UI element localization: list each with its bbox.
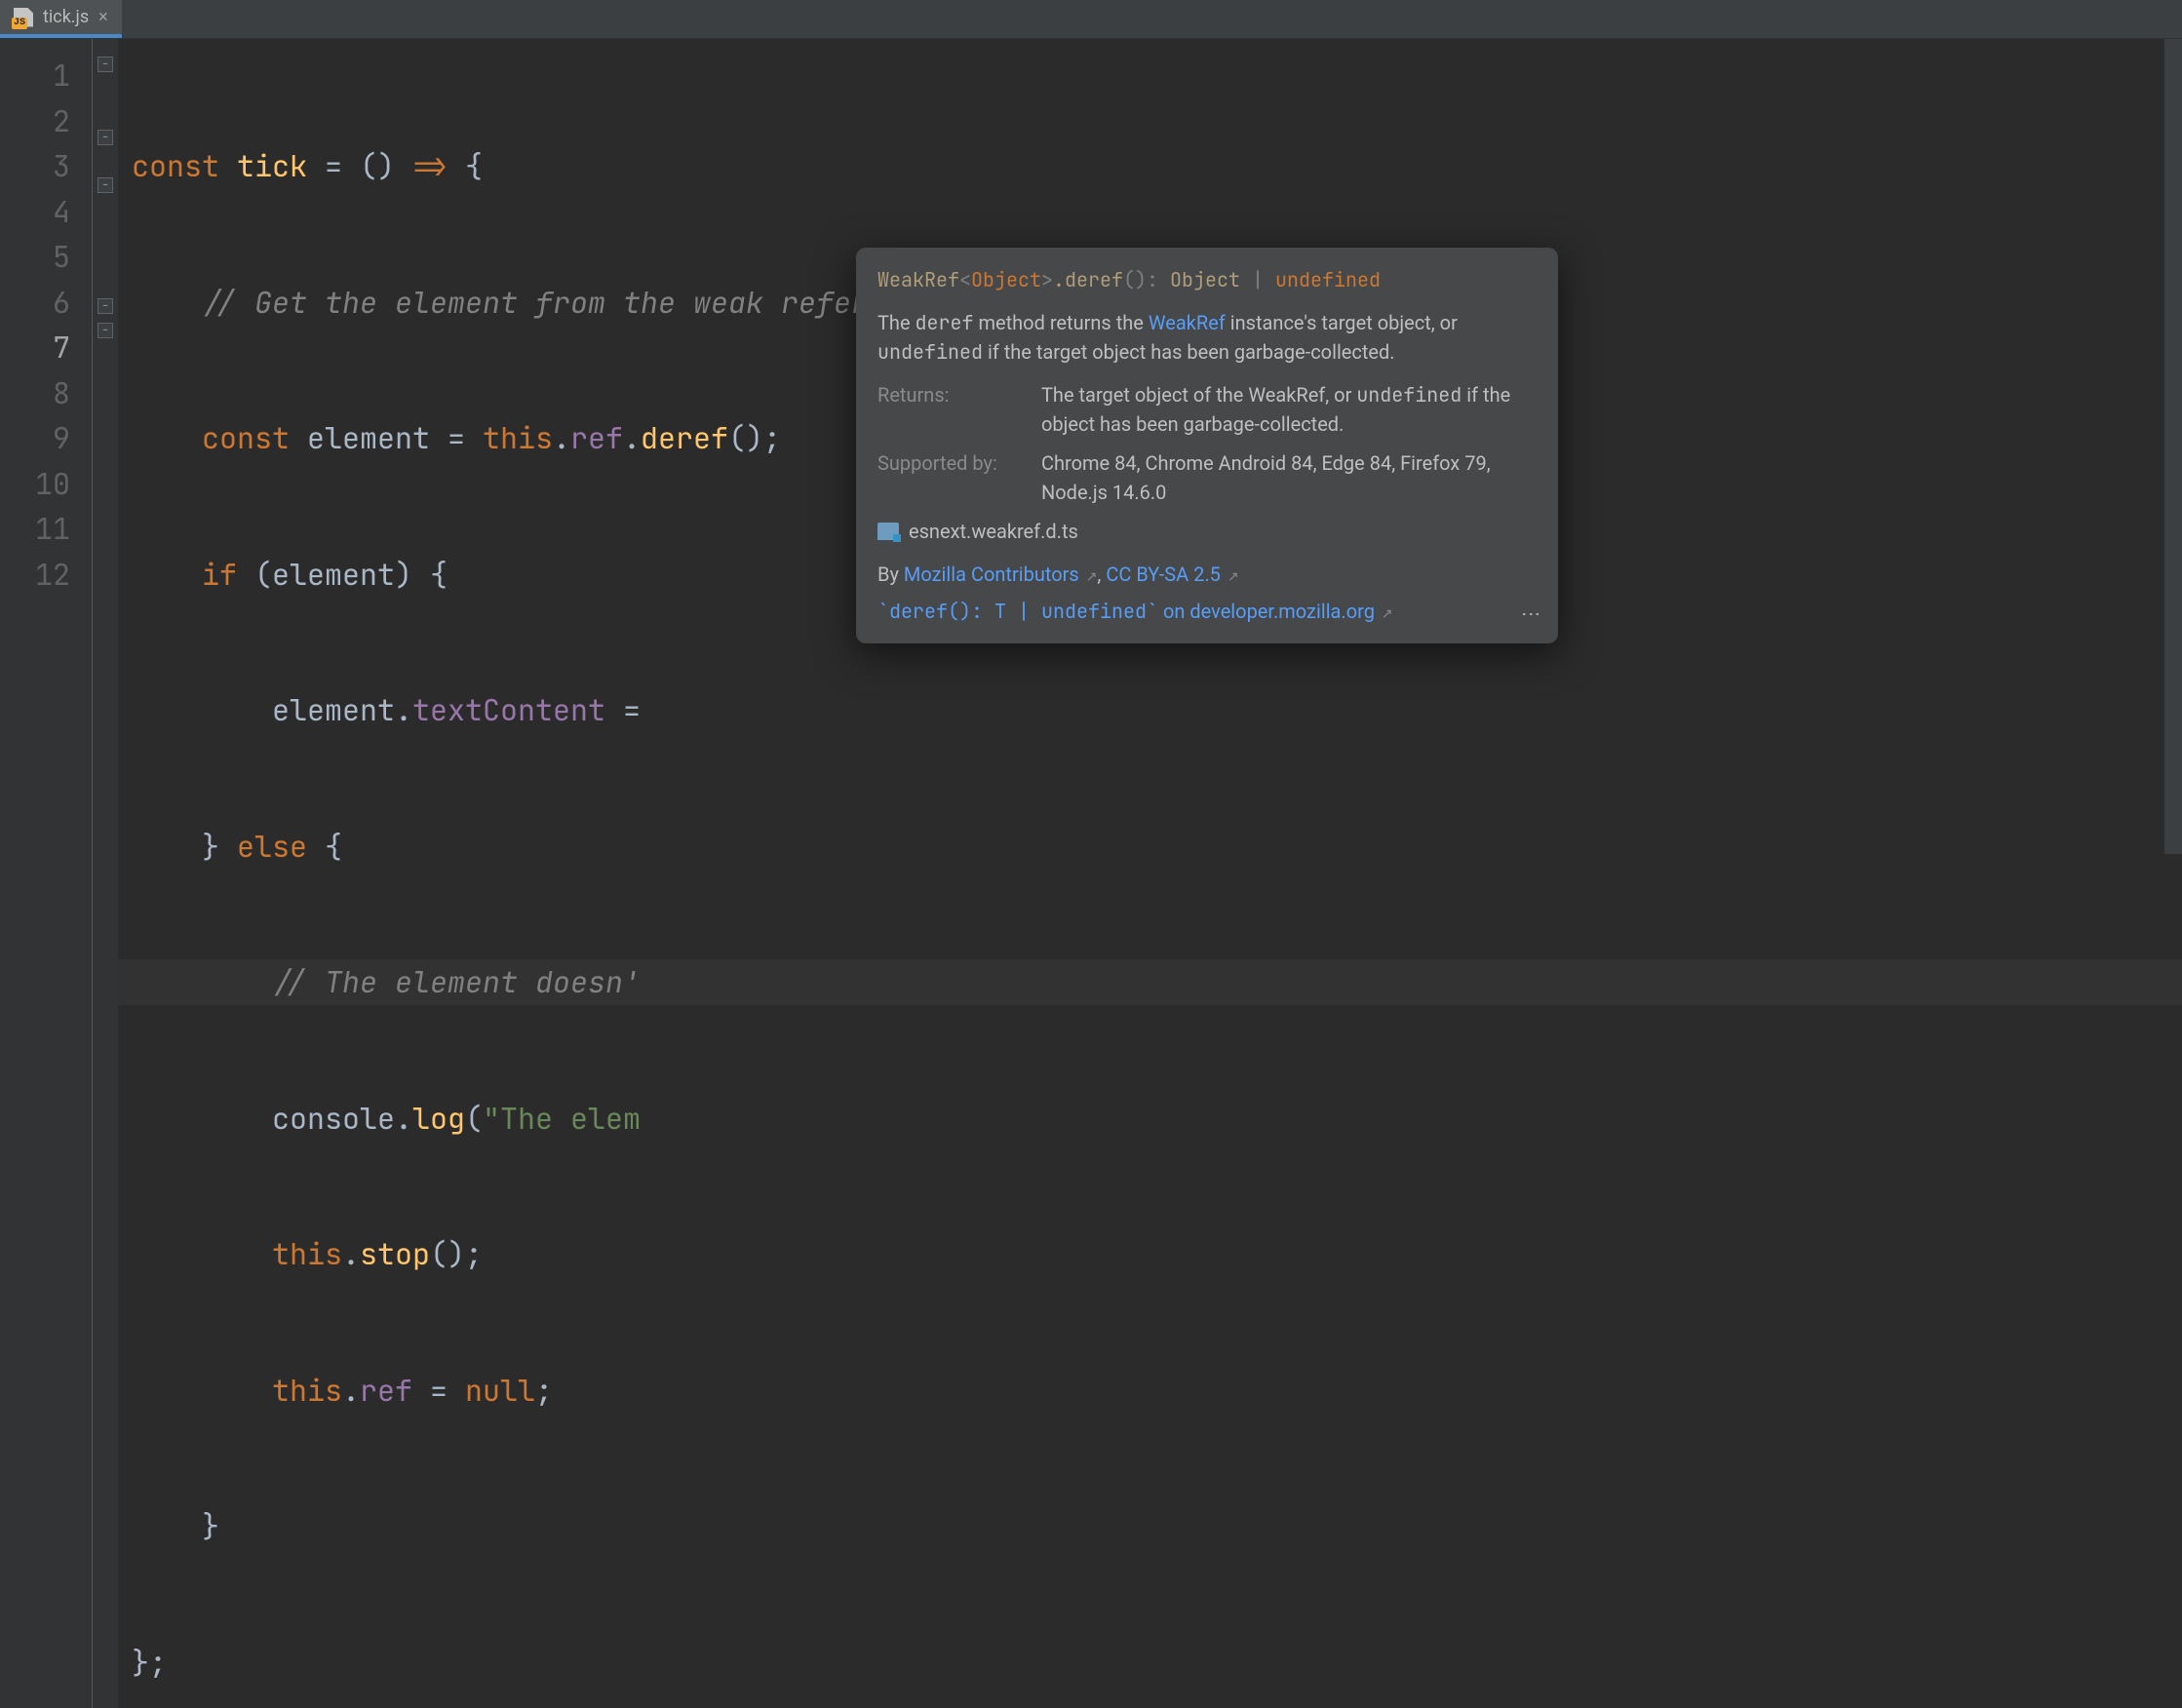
code-line[interactable]: // The element doesn' [132,959,2182,1005]
fold-toggle-icon[interactable] [93,125,118,149]
quick-doc-popup[interactable]: WeakRef<Object>.deref(): Object | undefi… [856,248,1558,643]
doc-supported-label: Supported by: [877,448,1024,507]
doc-attribution: By Mozilla Contributors ↗, CC BY-SA 2.5 … [877,560,1537,589]
doc-link-mozilla-contributors[interactable]: Mozilla Contributors ↗ [904,563,1098,586]
doc-returns-label: Returns: [877,380,1024,439]
code-line[interactable]: const tick = () => { [132,143,2182,189]
tab-tick-js[interactable]: tick.js × [0,0,122,38]
scrollbar-track[interactable] [2164,39,2182,854]
doc-mdn-link[interactable]: `deref(): T | undefined` on developer.mo… [877,597,1537,626]
line-number: 5 [0,234,70,280]
code-line[interactable]: } else { [132,824,2182,870]
fold-column [93,39,118,1708]
line-number: 8 [0,370,70,416]
doc-description: The deref method returns the WeakRef ins… [877,308,1537,367]
line-number: 12 [0,552,70,598]
code-line[interactable]: console.log("The elem [132,1096,2182,1142]
code-line[interactable]: this.stop(); [132,1231,2182,1277]
line-number: 4 [0,189,70,235]
more-options-icon[interactable]: ⋮ [1517,604,1546,626]
code-line[interactable]: }; [132,1640,2182,1686]
doc-supported-value: Chrome 84, Chrome Android 84, Edge 84, F… [1041,448,1537,507]
code-line[interactable]: this.ref = null; [132,1368,2182,1414]
fold-toggle-icon[interactable] [93,174,118,198]
line-number: 2 [0,98,70,144]
line-number: 11 [0,506,70,552]
tab-filename: tick.js [43,7,89,27]
line-number: 9 [0,415,70,461]
code-line[interactable]: } [132,1503,2182,1549]
doc-returns-value: The target object of the WeakRef, or und… [1041,380,1537,439]
line-number: 1 [0,53,70,98]
close-icon[interactable]: × [98,9,108,26]
line-number: 3 [0,143,70,189]
js-file-icon [14,8,33,27]
doc-signature: WeakRef<Object>.deref(): Object | undefi… [877,265,1537,294]
doc-returns-row: Returns: The target object of the WeakRe… [877,380,1537,439]
doc-source-file[interactable]: esnext.weakref.d.ts [877,517,1537,546]
folder-icon [877,523,899,540]
fold-toggle-icon[interactable] [93,319,118,343]
line-number: 7 [0,325,70,370]
tab-bar: tick.js × [0,0,2182,39]
line-number: 6 [0,280,70,326]
external-link-icon: ↗ [1382,606,1393,622]
gutter: 1 2 3 4 5 6 7 8 9 10 11 12 [0,39,93,1708]
external-link-icon: ↗ [1086,569,1098,585]
doc-link-license[interactable]: CC BY-SA 2.5 ↗ [1106,563,1238,586]
fold-toggle-icon[interactable] [93,53,118,77]
fold-toggle-icon[interactable] [93,294,118,319]
doc-supported-row: Supported by: Chrome 84, Chrome Android … [877,448,1537,507]
external-link-icon: ↗ [1227,569,1239,585]
code-line[interactable]: element.textContent = [132,687,2182,733]
doc-link-weakref[interactable]: WeakRef [1149,311,1226,334]
line-number: 10 [0,461,70,507]
